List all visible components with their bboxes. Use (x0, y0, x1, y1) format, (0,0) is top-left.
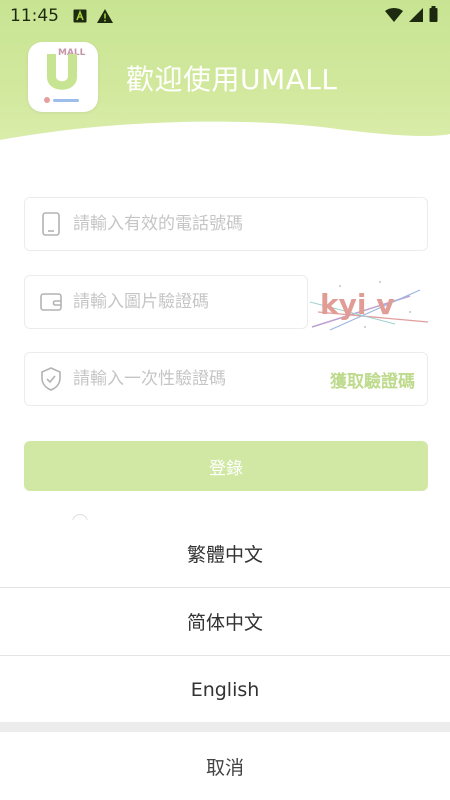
a-app-icon (73, 9, 87, 23)
wifi-icon (385, 7, 403, 26)
sheet-gap (0, 722, 450, 732)
language-option-traditional-chinese[interactable]: 繁體中文 (0, 520, 450, 587)
cancel-button[interactable]: 取消 (0, 732, 450, 800)
language-option-simplified-chinese[interactable]: 简体中文 (0, 588, 450, 655)
signal-icon (409, 7, 423, 26)
status-right-group (385, 6, 438, 26)
language-action-sheet: 繁體中文 简体中文 English 取消 (0, 520, 450, 800)
language-option-english[interactable]: English (0, 656, 450, 723)
status-time: 11:45 (10, 6, 59, 26)
status-bar: 11:45 (0, 0, 450, 32)
battery-icon (429, 6, 438, 26)
warning-icon (97, 9, 113, 23)
